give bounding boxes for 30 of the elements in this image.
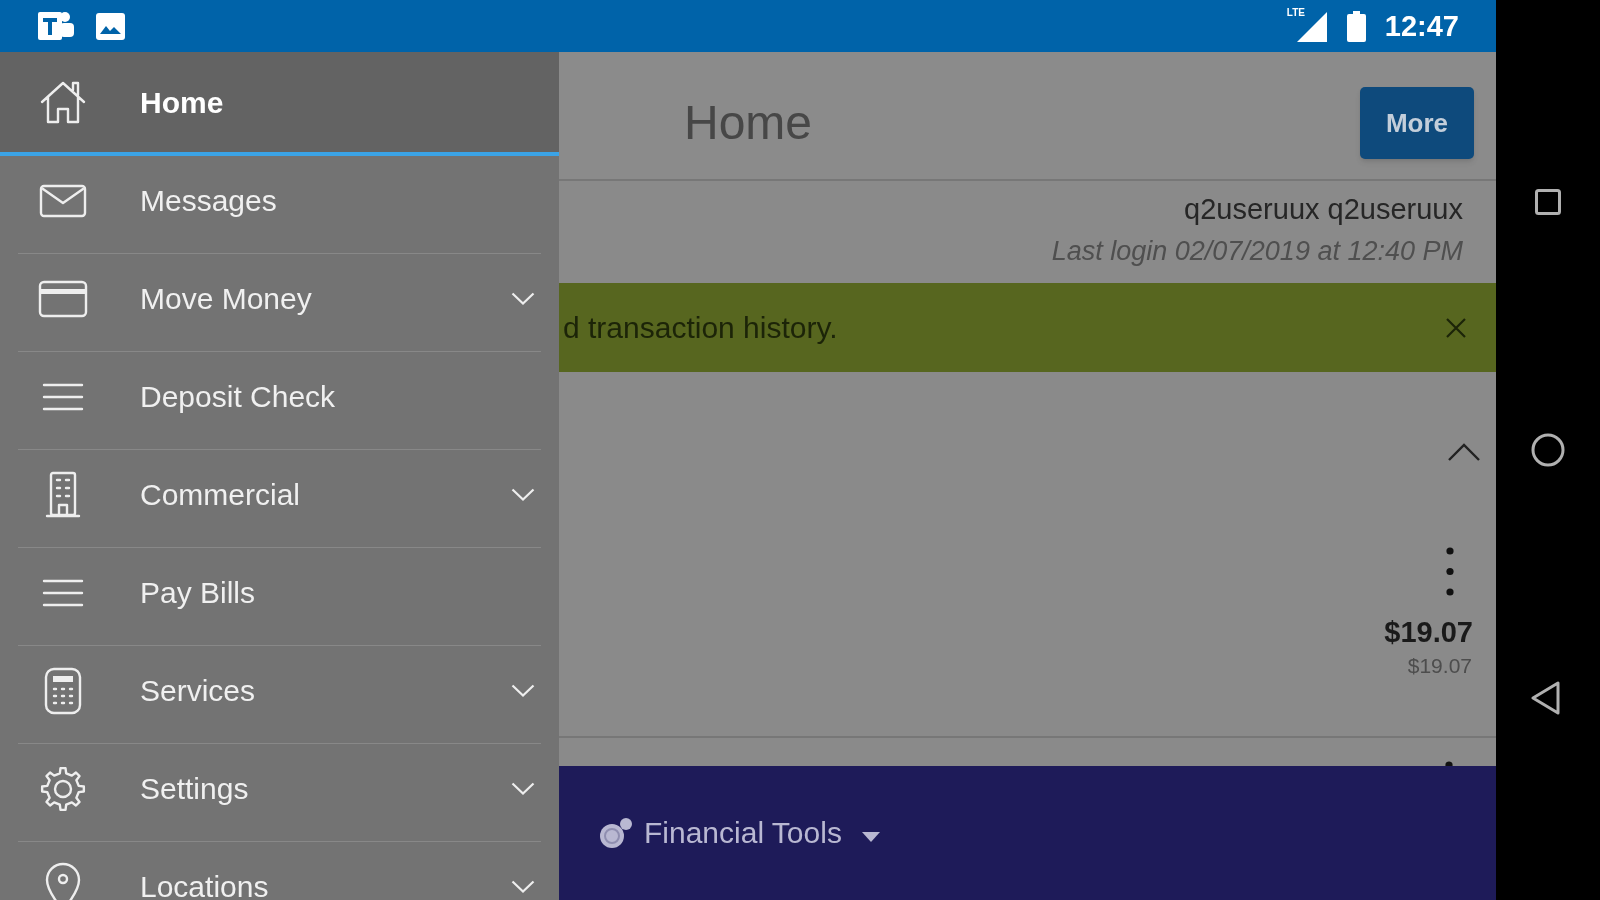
building-icon [45,470,81,519]
back-triangle-icon[interactable] [1531,681,1561,715]
image-icon [96,12,125,40]
home-circle-icon[interactable] [1531,433,1565,467]
financial-tools-menu[interactable]: Financial Tools [599,817,880,849]
coins-icon [599,817,633,849]
gear-icon [40,765,86,812]
overview-square-icon[interactable] [1535,189,1561,215]
card-icon [38,279,88,318]
envelope-icon [39,183,87,218]
more-button[interactable]: More [1360,87,1474,159]
available-balance: $19.07 [1407,653,1472,679]
calculator-icon [43,666,83,715]
chevron-up-icon[interactable] [1447,443,1481,462]
balance-amount: $19.07 [1384,615,1473,649]
sidebar-item[interactable]: Home [0,52,559,156]
close-icon [1445,316,1467,339]
network-type-label: LTE [1286,8,1305,18]
three-lines-icon [42,381,84,412]
clock-time: 12:47 [1384,11,1459,41]
app-logo-icon [38,9,76,43]
page-title: Home [684,98,813,147]
user-name: q2useruux q2useruux [1184,192,1463,227]
map-pin-icon [43,861,83,900]
kebab-menu-icon[interactable] [1446,547,1454,596]
three-lines-icon [42,577,84,608]
banner-message: d transaction history. [563,310,838,346]
caret-down-icon [861,832,880,842]
battery-icon [1346,10,1366,42]
last-login-text: Last login 02/07/2019 at 12:40 PM [1051,235,1463,268]
